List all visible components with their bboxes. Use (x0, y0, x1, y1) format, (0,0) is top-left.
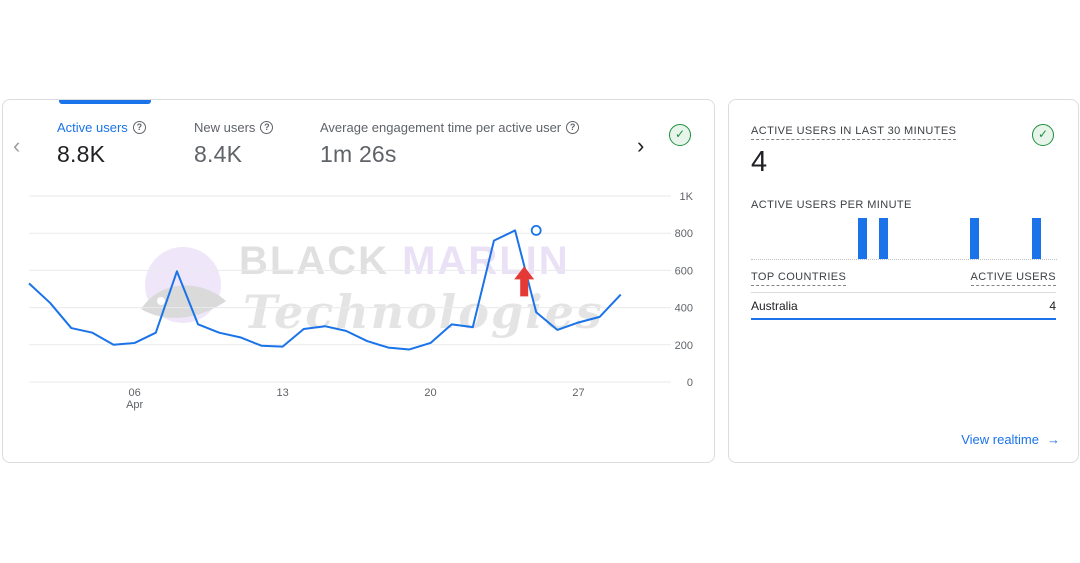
realtime-title: ACTIVE USERS IN LAST 30 MINUTES (751, 125, 957, 140)
realtime-count: 4 (751, 146, 768, 178)
view-realtime-link[interactable]: View realtime → (961, 432, 1060, 447)
country-name: Australia (751, 299, 798, 313)
active-users-line (28, 229, 622, 351)
table-row: Australia 4 (751, 292, 1056, 320)
y-tick-label: 200 (675, 340, 693, 352)
view-realtime-label: View realtime (961, 432, 1039, 447)
x-tick-label: 20 (424, 387, 436, 399)
y-tick-label: 400 (675, 303, 693, 315)
per-minute-bar (858, 218, 868, 259)
per-minute-bar (878, 218, 888, 259)
per-minute-bar (1031, 218, 1041, 259)
x-tick-sublabel: Apr (126, 399, 143, 411)
per-minute-label: ACTIVE USERS PER MINUTE (751, 199, 912, 211)
country-share-bar (751, 318, 1056, 320)
realtime-card: ACTIVE USERS IN LAST 30 MINUTES ✓ 4 ACTI… (728, 99, 1079, 463)
y-tick-label: 0 (687, 377, 693, 389)
y-tick-label: 1K (680, 191, 694, 203)
active-users-line-chart: 1K 800 600 400 200 0 06Apr 13 20 27 (28, 191, 694, 411)
y-tick-label: 800 (675, 228, 693, 240)
highlight-point (530, 225, 542, 236)
x-tick-label: 06 (129, 387, 141, 399)
country-users: 4 (1049, 299, 1056, 313)
x-tick-label: 27 (572, 387, 584, 399)
top-countries-header[interactable]: TOP COUNTRIES (751, 271, 847, 286)
x-tick-label: 13 (276, 387, 288, 399)
check-circle-icon: ✓ (1032, 124, 1054, 146)
y-tick-label: 600 (675, 265, 693, 277)
overview-card: ‹ Active users? 8.8K New users? 8.4K Ave… (2, 99, 715, 463)
per-minute-bar (970, 218, 980, 259)
active-users-column-header[interactable]: ACTIVE USERS (970, 271, 1056, 286)
per-minute-bar-chart (751, 218, 1057, 260)
arrow-right-icon: → (1047, 432, 1060, 447)
